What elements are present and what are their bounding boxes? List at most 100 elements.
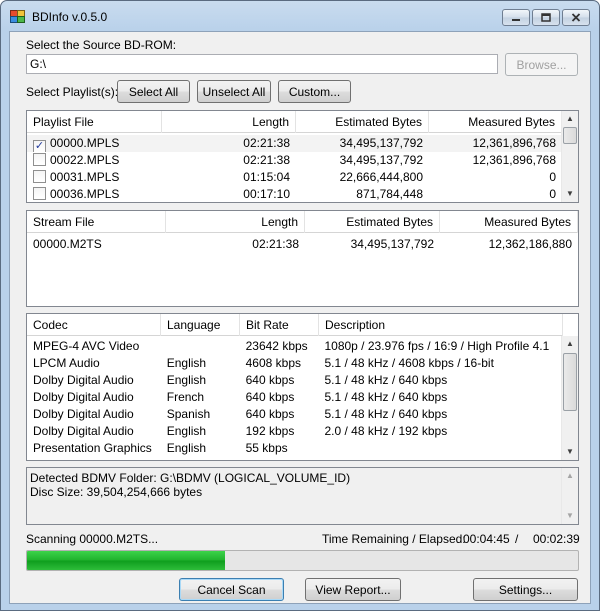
language-cell: English: [166, 441, 207, 455]
close-button[interactable]: [562, 9, 590, 26]
bdmv-folder-text: Detected BDMV Folder: G:\BDMV (LOGICAL_V…: [30, 471, 351, 485]
language-cell: English: [166, 356, 207, 370]
browse-button[interactable]: Browse...: [505, 53, 578, 76]
minimize-button[interactable]: [502, 9, 530, 26]
column-header-bit-rate[interactable]: Bit Rate: [240, 314, 319, 336]
table-row[interactable]: 00022.MPLS 02:21:38 34,495,137,792 12,361,8…: [27, 152, 562, 169]
scan-status-text: Scanning 00000.M2TS...: [26, 532, 159, 546]
column-header-length[interactable]: Length: [166, 211, 305, 233]
playlist-scrollbar[interactable]: ▲ ▼: [561, 111, 578, 202]
codec-cell: Dolby Digital Audio: [33, 373, 134, 387]
playlist-file-name: 00000.MPLS: [50, 136, 120, 150]
time-elapsed: 00:02:39: [533, 532, 580, 546]
scroll-thumb[interactable]: [563, 127, 577, 144]
select-all-button[interactable]: Select All: [117, 80, 190, 103]
source-path-input[interactable]: G:\: [26, 54, 498, 74]
codec-cell: Presentation Graphics: [33, 441, 152, 455]
column-header-playlist-file[interactable]: Playlist File: [27, 111, 162, 133]
estimated-bytes-cell: 871,784,448: [356, 187, 423, 201]
maximize-icon: [541, 13, 551, 22]
column-header-measured-bytes[interactable]: Measured Bytes: [429, 111, 562, 133]
codec-cell: Dolby Digital Audio: [33, 390, 134, 404]
length-cell: 01:15:04: [243, 170, 290, 184]
language-cell: English: [166, 424, 207, 438]
source-label: Select the Source BD-ROM:: [26, 38, 177, 52]
bit-rate-cell: 640 kbps: [245, 407, 295, 421]
table-row[interactable]: 00036.MPLS 00:17:10 871,784,448 0: [27, 186, 562, 202]
settings-button[interactable]: Settings...: [473, 578, 578, 601]
time-remaining: 00:04:45: [463, 532, 510, 546]
codec-list[interactable]: Codec Language Bit Rate Description MPEG…: [26, 313, 579, 461]
estimated-bytes-cell: 34,495,137,792: [339, 153, 423, 167]
column-header-estimated-bytes[interactable]: Estimated Bytes: [296, 111, 429, 133]
measured-bytes-cell: 12,361,896,768: [472, 153, 556, 167]
scroll-up-icon[interactable]: ▲: [562, 336, 578, 352]
table-row[interactable]: Dolby Digital Audio French 640 kbps 5.1 / 4…: [27, 389, 562, 406]
client-area: Select the Source BD-ROM: G:\ Browse... …: [9, 31, 591, 604]
bit-rate-cell: 23642 kbps: [245, 339, 308, 353]
playlist-file-cell: 00031.MPLS: [27, 169, 162, 186]
info-scrollbar[interactable]: ▲ ▼: [561, 468, 578, 524]
column-header-language[interactable]: Language: [161, 314, 240, 336]
column-header-description[interactable]: Description: [319, 314, 563, 336]
scroll-down-icon[interactable]: ▼: [562, 186, 578, 202]
codec-list-header: Codec Language Bit Rate Description: [27, 314, 563, 336]
playlist-file-name: 00031.MPLS: [50, 170, 120, 184]
stream-list[interactable]: Stream File Length Estimated Bytes Measu…: [26, 210, 579, 307]
estimated-bytes-cell: 22,666,444,800: [339, 170, 423, 184]
unselect-all-button[interactable]: Unselect All: [197, 80, 271, 103]
description-cell: 1080p / 23.976 fps / 16:9 / High Profile…: [324, 339, 550, 353]
table-row[interactable]: 00031.MPLS 01:15:04 22,666,444,800 0: [27, 169, 562, 186]
codec-cell: LPCM Audio: [33, 356, 100, 370]
scroll-up-icon[interactable]: ▲: [562, 468, 578, 484]
codec-scrollbar[interactable]: ▲ ▼: [561, 336, 578, 460]
table-row[interactable]: MPEG-4 AVC Video 23642 kbps 1080p / 23.976…: [27, 338, 562, 355]
column-header-stream-file[interactable]: Stream File: [27, 211, 166, 233]
scroll-thumb[interactable]: [563, 353, 577, 411]
column-header-measured-bytes[interactable]: Measured Bytes: [440, 211, 578, 233]
scroll-down-icon[interactable]: ▼: [562, 444, 578, 460]
view-report-button[interactable]: View Report...: [305, 578, 401, 601]
column-header-estimated-bytes[interactable]: Estimated Bytes: [305, 211, 440, 233]
cancel-scan-button[interactable]: Cancel Scan: [179, 578, 284, 601]
disc-info-box[interactable]: Detected BDMV Folder: G:\BDMV (LOGICAL_V…: [26, 467, 579, 525]
table-row[interactable]: Dolby Digital Audio Spanish 640 kbps 5.1 / …: [27, 406, 562, 423]
column-header-codec[interactable]: Codec: [27, 314, 161, 336]
measured-bytes-cell: 12,362,186,880: [488, 237, 572, 251]
stream-file-cell: 00000.M2TS: [33, 237, 102, 251]
estimated-bytes-cell: 34,495,137,792: [339, 136, 423, 150]
scroll-up-icon[interactable]: ▲: [562, 111, 578, 127]
playlist-checkbox[interactable]: ✓: [33, 140, 46, 152]
column-header-length[interactable]: Length: [162, 111, 296, 133]
playlist-file-cell: 00036.MPLS: [27, 186, 162, 202]
close-icon: [571, 13, 581, 22]
length-cell: 02:21:38: [243, 136, 290, 150]
playlist-checkbox[interactable]: [33, 187, 46, 200]
description-cell: 5.1 / 48 kHz / 640 kbps: [324, 390, 448, 404]
description-cell: 5.1 / 48 kHz / 640 kbps: [324, 373, 448, 387]
language-cell: Spanish: [166, 407, 211, 421]
stream-list-header: Stream File Length Estimated Bytes Measu…: [27, 211, 578, 233]
table-row[interactable]: 00000.M2TS 02:21:38 34,495,137,792 12,362,1…: [27, 236, 578, 253]
codec-cell: MPEG-4 AVC Video: [33, 339, 140, 353]
table-row[interactable]: ✓ 00000.MPLS 02:21:38 34,495,137,792 12,361,…: [27, 135, 562, 152]
playlist-checkbox[interactable]: [33, 170, 46, 183]
title-bar[interactable]: BDInfo v.0.5.0: [1, 1, 599, 31]
table-row[interactable]: Dolby Digital Audio English 192 kbps 2.0 / …: [27, 423, 562, 440]
disc-size-text: Disc Size: 39,504,254,666 bytes: [30, 485, 203, 499]
playlist-checkbox[interactable]: [33, 153, 46, 166]
length-cell: 00:17:10: [243, 187, 290, 201]
custom-button[interactable]: Custom...: [278, 80, 351, 103]
scroll-down-icon[interactable]: ▼: [562, 508, 578, 524]
estimated-bytes-cell: 34,495,137,792: [350, 237, 434, 251]
table-row[interactable]: Presentation Graphics English 55 kbps: [27, 440, 562, 457]
description-cell: 5.1 / 48 kHz / 4608 kbps / 16-bit: [324, 356, 494, 370]
codec-cell: Dolby Digital Audio: [33, 424, 134, 438]
language-cell: [161, 338, 240, 355]
table-row[interactable]: Dolby Digital Audio English 640 kbps 5.1 / …: [27, 372, 562, 389]
table-row[interactable]: LPCM Audio English 4608 kbps 5.1 / 48 kHz /…: [27, 355, 562, 372]
maximize-button[interactable]: [532, 9, 560, 26]
playlist-list[interactable]: Playlist File Length Estimated Bytes Mea…: [26, 110, 579, 203]
minimize-icon: [512, 18, 520, 21]
measured-bytes-cell: 0: [549, 187, 556, 201]
